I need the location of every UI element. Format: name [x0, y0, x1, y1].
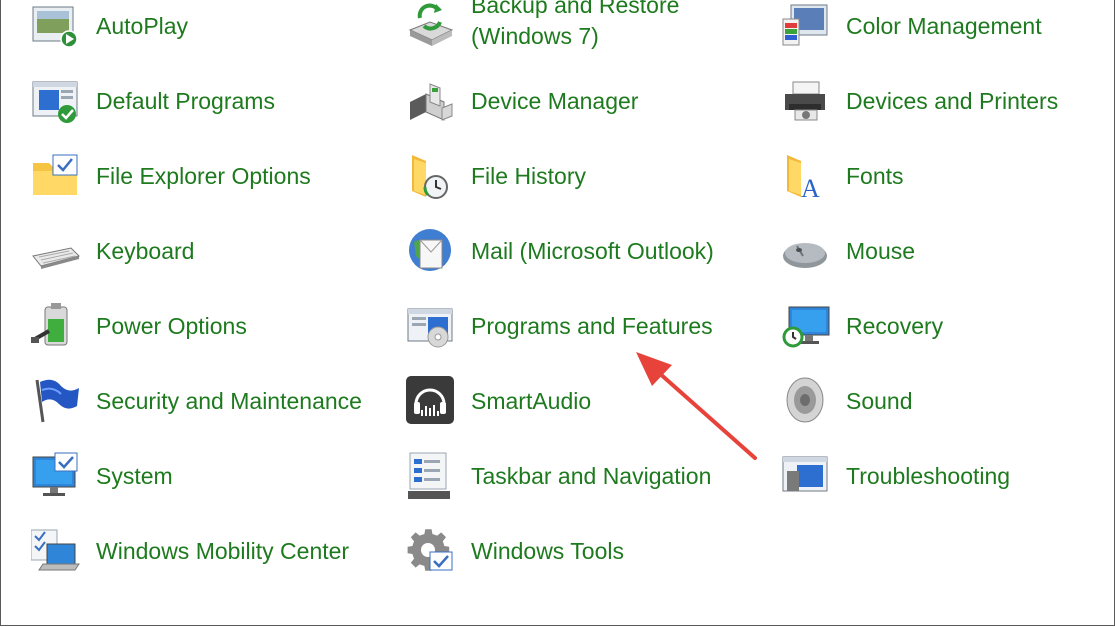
item-label[interactable]: Sound	[846, 386, 913, 417]
color-management-icon	[782, 4, 828, 46]
item-label[interactable]: AutoPlay	[96, 11, 188, 42]
taskbar-icon	[408, 452, 450, 499]
windows-tools-icon	[407, 529, 453, 571]
recovery-icon	[782, 306, 830, 348]
control-panel-all-items: AutoPlay Backup and Restore (Windows 7) …	[0, 0, 1115, 626]
programs-features-icon	[407, 308, 453, 348]
backup-restore-icon	[408, 3, 454, 46]
power-icon	[31, 303, 68, 346]
mouse-icon	[783, 243, 827, 268]
item-label[interactable]: Programs and Features	[471, 311, 713, 342]
troubleshooting-icon	[782, 456, 828, 492]
item-label[interactable]: Power Options	[96, 311, 247, 342]
item-label[interactable]: Windows Mobility Center	[96, 536, 349, 567]
keyboard-icon	[32, 247, 80, 269]
smartaudio-icon	[406, 376, 454, 424]
item-label[interactable]: Mouse	[846, 236, 915, 267]
security-flag-icon	[35, 379, 79, 423]
item-label[interactable]: System	[96, 461, 173, 492]
file-history-icon	[412, 155, 448, 199]
item-label[interactable]: Device Manager	[471, 86, 638, 117]
speaker-icon	[786, 377, 824, 423]
system-monitor-icon	[32, 452, 78, 496]
default-programs-icon	[32, 81, 78, 123]
item-label[interactable]: File History	[471, 161, 586, 192]
printer-icon	[785, 81, 825, 121]
item-label[interactable]: Recovery	[846, 311, 943, 342]
item-label[interactable]: Color Management	[846, 11, 1042, 42]
item-label[interactable]: Troubleshooting	[846, 461, 1010, 492]
folder-options-icon	[33, 154, 78, 195]
item-label[interactable]: Devices and Printers	[846, 86, 1058, 117]
item-label[interactable]: Backup and Restore (Windows 7)	[471, 0, 711, 52]
autoplay-icon	[32, 6, 78, 48]
device-manager-icon	[410, 83, 453, 121]
item-label[interactable]: Default Programs	[96, 86, 275, 117]
item-label[interactable]: Fonts	[846, 161, 904, 192]
item-label[interactable]: Windows Tools	[471, 536, 624, 567]
item-label[interactable]: File Explorer Options	[96, 161, 311, 192]
fonts-icon: A	[787, 155, 820, 201]
svg-text:A: A	[801, 174, 820, 201]
item-label[interactable]: Security and Maintenance	[96, 386, 362, 417]
item-label[interactable]: Keyboard	[96, 236, 194, 267]
item-label[interactable]: Taskbar and Navigation	[471, 461, 711, 492]
mail-icon	[409, 229, 451, 271]
mobility-center-icon	[31, 529, 80, 571]
item-label[interactable]: Mail (Microsoft Outlook)	[471, 236, 714, 267]
item-label[interactable]: SmartAudio	[471, 386, 591, 417]
